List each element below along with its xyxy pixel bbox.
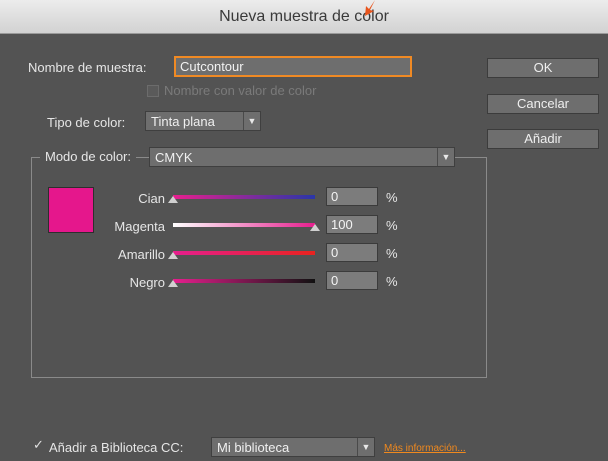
color-type-dropdown[interactable]: Tinta plana ▼: [145, 111, 261, 131]
chevron-down-icon: ▼: [243, 112, 260, 130]
channel-label-amarillo: Amarillo: [118, 247, 165, 262]
slider-track-amarillo: [173, 251, 315, 255]
add-button[interactable]: Añadir: [487, 129, 599, 149]
color-mode-label: Modo de color:: [40, 149, 136, 164]
name-with-value-checkbox[interactable]: [147, 85, 159, 97]
slider-amarillo[interactable]: [168, 249, 315, 259]
pointer-arrow-icon: [365, 0, 375, 16]
value-input-negro[interactable]: [326, 271, 378, 290]
slider-track-cian: [173, 195, 315, 199]
slider-thumb-cian[interactable]: [168, 196, 178, 203]
swatch-name-input[interactable]: [174, 56, 412, 77]
channel-label-cian: Cian: [138, 191, 165, 206]
channel-label-magenta: Magenta: [114, 219, 165, 234]
slider-thumb-amarillo[interactable]: [168, 252, 178, 259]
chevron-down-icon: ▼: [357, 438, 374, 456]
chevron-down-icon: ▼: [437, 148, 454, 166]
slider-negro[interactable]: [168, 277, 315, 287]
value-input-magenta[interactable]: [326, 215, 378, 234]
slider-track-magenta: [173, 223, 315, 227]
slider-thumb-negro[interactable]: [168, 280, 178, 287]
slider-magenta[interactable]: [173, 221, 320, 231]
more-info-link[interactable]: Más información...: [384, 443, 466, 454]
channel-label-negro: Negro: [129, 275, 165, 290]
color-mode-dropdown[interactable]: CMYK ▼: [149, 147, 455, 167]
percent-unit-magenta: %: [386, 218, 398, 233]
slider-cian[interactable]: [168, 193, 315, 203]
ok-button[interactable]: OK: [487, 58, 599, 78]
window-title: Nueva muestra de color: [219, 8, 389, 25]
cc-library-checkbox[interactable]: ✓: [33, 438, 46, 451]
library-value: Mi biblioteca: [217, 440, 290, 455]
percent-unit-negro: %: [386, 274, 398, 289]
percent-unit-cian: %: [386, 190, 398, 205]
cancel-button[interactable]: Cancelar: [487, 94, 599, 114]
name-label: Nombre de muestra:: [28, 60, 147, 75]
title-bar: Nueva muestra de color: [0, 0, 608, 34]
library-dropdown[interactable]: Mi biblioteca ▼: [211, 437, 375, 457]
cc-library-label: Añadir a Biblioteca CC:: [49, 440, 184, 455]
color-preview-swatch: [48, 187, 94, 233]
value-input-amarillo[interactable]: [326, 243, 378, 262]
slider-thumb-magenta[interactable]: [310, 224, 320, 231]
color-mode-value: CMYK: [155, 150, 193, 165]
name-with-value-label: Nombre con valor de color: [164, 83, 317, 98]
color-type-label: Tipo de color:: [47, 115, 126, 130]
color-type-value: Tinta plana: [151, 114, 215, 129]
percent-unit-amarillo: %: [386, 246, 398, 261]
slider-track-negro: [173, 279, 315, 283]
value-input-cian[interactable]: [326, 187, 378, 206]
